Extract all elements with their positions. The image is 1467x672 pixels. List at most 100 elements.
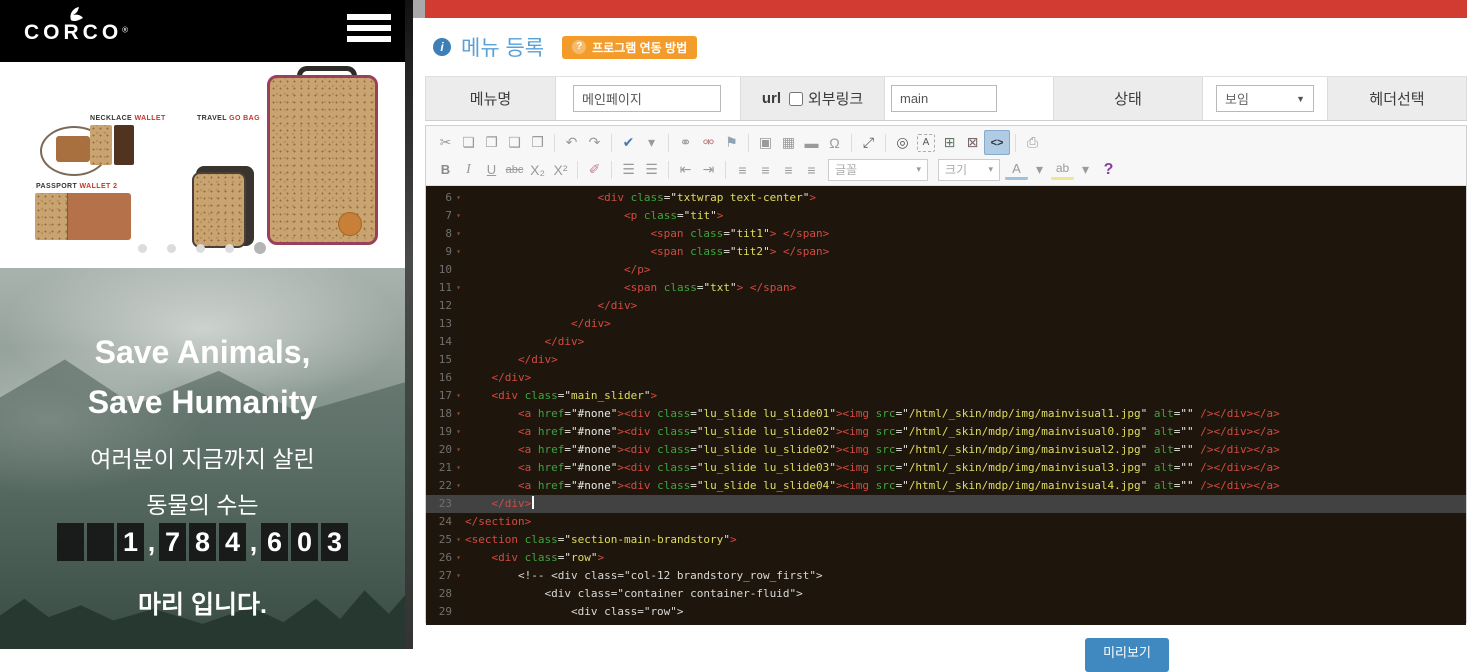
code-line[interactable]: 16 </div>	[426, 369, 1466, 387]
superscript-button[interactable]: X²	[549, 158, 572, 181]
underline-button[interactable]: U	[480, 158, 503, 181]
strikethrough-button[interactable]: abc	[503, 158, 526, 181]
maximize-icon[interactable]: ⤢	[857, 131, 880, 154]
code-line[interactable]: 28 <div class="container container-fluid…	[426, 585, 1466, 603]
code-line[interactable]: 11▾ <span class="txt"> </span>	[426, 279, 1466, 297]
help-icon[interactable]: ?	[1097, 158, 1120, 181]
spellcheck-icon[interactable]: ✔	[617, 131, 640, 154]
code-line[interactable]: 18▾ <a href="#none"><div class="lu_slide…	[426, 405, 1466, 423]
source-code-area[interactable]: 6▾ <div class="txtwrap text-center">7▾ <…	[426, 186, 1466, 625]
code-line[interactable]: 13 </div>	[426, 315, 1466, 333]
fold-caret-icon[interactable]: ▾	[452, 567, 465, 585]
code-line[interactable]: 29 <div class="row">	[426, 603, 1466, 621]
code-line[interactable]: 10 </p>	[426, 261, 1466, 279]
code-line[interactable]: 22▾ <a href="#none"><div class="lu_slide…	[426, 477, 1466, 495]
code-line[interactable]: 8▾ <span class="tit1"> </span>	[426, 225, 1466, 243]
indent-icon[interactable]: ⇥	[697, 158, 720, 181]
fold-caret-icon[interactable]: ▾	[452, 405, 465, 423]
paste-text-icon[interactable]: ❑	[503, 131, 526, 154]
fold-caret-icon[interactable]: ▾	[452, 207, 465, 225]
fold-caret-icon[interactable]: ▾	[452, 477, 465, 495]
text-color-button[interactable]: A	[1005, 159, 1028, 180]
align-justify-icon[interactable]: ≡	[800, 158, 823, 181]
program-link-help-button[interactable]: ? 프로그램 연동 방법	[562, 36, 697, 59]
code-line[interactable]: 9▾ <span class="tit2"> </span>	[426, 243, 1466, 261]
slider-dot[interactable]	[225, 244, 234, 253]
remove-format-icon[interactable]: ✐	[583, 158, 606, 181]
align-left-icon[interactable]: ≡	[731, 158, 754, 181]
source-button[interactable]: <>	[984, 130, 1010, 155]
code-line[interactable]: 25▾<section class="section-main-brandsto…	[426, 531, 1466, 549]
fold-caret-icon[interactable]: ▾	[452, 279, 465, 297]
table-icon[interactable]: ▦	[777, 131, 800, 154]
undo-icon[interactable]: ↶	[560, 131, 583, 154]
bold-button[interactable]: B	[434, 158, 457, 181]
code-line[interactable]: 14 </div>	[426, 333, 1466, 351]
copy-icon[interactable]: ❏	[457, 131, 480, 154]
fold-caret-icon[interactable]: ▾	[452, 387, 465, 405]
fold-caret-icon[interactable]: ▾	[452, 225, 465, 243]
print-icon[interactable]: ⎙	[1021, 131, 1044, 154]
slider-dot[interactable]	[254, 242, 266, 254]
code-line[interactable]: 7▾ <p class="tit">	[426, 207, 1466, 225]
anchor-icon[interactable]: ⚑	[720, 131, 743, 154]
code-line[interactable]: 20▾ <a href="#none"><div class="lu_slide…	[426, 441, 1466, 459]
bubble-add-icon[interactable]: ⊞	[938, 131, 961, 154]
code-line[interactable]: 19▾ <a href="#none"><div class="lu_slide…	[426, 423, 1466, 441]
fold-caret-icon[interactable]: ▾	[452, 243, 465, 261]
fold-caret-icon[interactable]: ▾	[452, 459, 465, 477]
status-select[interactable]: 보임 ▼	[1216, 85, 1314, 112]
align-right-icon[interactable]: ≡	[777, 158, 800, 181]
code-line[interactable]: 21▾ <a href="#none"><div class="lu_slide…	[426, 459, 1466, 477]
horizontal-rule-icon[interactable]: ▬	[800, 131, 823, 154]
code-line[interactable]: 15 </div>	[426, 351, 1466, 369]
paste-icon[interactable]: ❐	[480, 131, 503, 154]
subscript-button[interactable]: X₂	[526, 158, 549, 181]
fold-caret-icon[interactable]: ▾	[452, 423, 465, 441]
redo-icon[interactable]: ↷	[583, 131, 606, 154]
code-line[interactable]: 23 </div>	[426, 495, 1466, 513]
outdent-icon[interactable]: ⇤	[674, 158, 697, 181]
numbered-list-icon[interactable]: ☰	[617, 158, 640, 181]
bubble-remove-icon[interactable]: ⊠	[961, 131, 984, 154]
special-char-icon[interactable]: Ω	[823, 131, 846, 154]
slider-dot[interactable]	[167, 244, 176, 253]
code-line[interactable]: 17▾ <div class="main_slider">	[426, 387, 1466, 405]
code-line[interactable]: 30 <div class="col-12 brandstory_row_fir…	[426, 621, 1466, 625]
url-input[interactable]	[891, 85, 997, 112]
image-icon[interactable]: ▣	[754, 131, 777, 154]
fold-caret-icon[interactable]: ▾	[452, 531, 465, 549]
fold-caret-icon[interactable]: ▾	[452, 441, 465, 459]
line-number: 19	[426, 423, 452, 441]
code-line[interactable]: 12 </div>	[426, 297, 1466, 315]
code-line[interactable]: 26▾ <div class="row">	[426, 549, 1466, 567]
font-family-dropdown[interactable]: 글꼴▾	[828, 159, 928, 181]
hamburger-menu-icon[interactable]	[347, 14, 391, 48]
fold-caret-icon[interactable]: ▾	[452, 189, 465, 207]
product-slider[interactable]: NECKLACE WALLET PASSPORT WALLET 2 TRAVEL…	[0, 62, 405, 268]
text-color-caret-icon[interactable]: ▾	[1028, 158, 1051, 181]
corco-logo[interactable]: CORCO®	[24, 6, 128, 44]
code-line[interactable]: 6▾ <div class="txtwrap text-center">	[426, 189, 1466, 207]
link-icon[interactable]: ⚭	[674, 131, 697, 154]
code-line[interactable]: 24 </section>	[426, 513, 1466, 531]
menu-name-input[interactable]	[573, 85, 721, 112]
fold-caret-icon[interactable]: ▾	[452, 549, 465, 567]
align-center-icon[interactable]: ≡	[754, 158, 777, 181]
cut-icon[interactable]: ✂	[434, 131, 457, 154]
italic-button[interactable]: I	[457, 158, 480, 181]
bulleted-list-icon[interactable]: ☰	[640, 158, 663, 181]
spellcheck-caret-icon[interactable]: ▾	[640, 131, 663, 154]
submit-button[interactable]: 미리보기	[1085, 638, 1169, 672]
highlight-caret-icon[interactable]: ▾	[1074, 158, 1097, 181]
external-link-checkbox[interactable]	[789, 92, 803, 106]
highlight-color-button[interactable]: ab	[1051, 159, 1074, 180]
font-size-dropdown[interactable]: 크기▾	[938, 159, 1000, 181]
slider-dot[interactable]	[196, 244, 205, 253]
slider-dot[interactable]	[138, 244, 147, 253]
code-line[interactable]: 27▾ <!-- <div class="col-12 brandstory_r…	[426, 567, 1466, 585]
find-icon[interactable]: ◎	[891, 131, 914, 154]
select-all-icon[interactable]: A	[917, 134, 935, 152]
paste-word-icon[interactable]: ❒	[526, 131, 549, 154]
unlink-icon[interactable]: ⚮	[697, 131, 720, 154]
